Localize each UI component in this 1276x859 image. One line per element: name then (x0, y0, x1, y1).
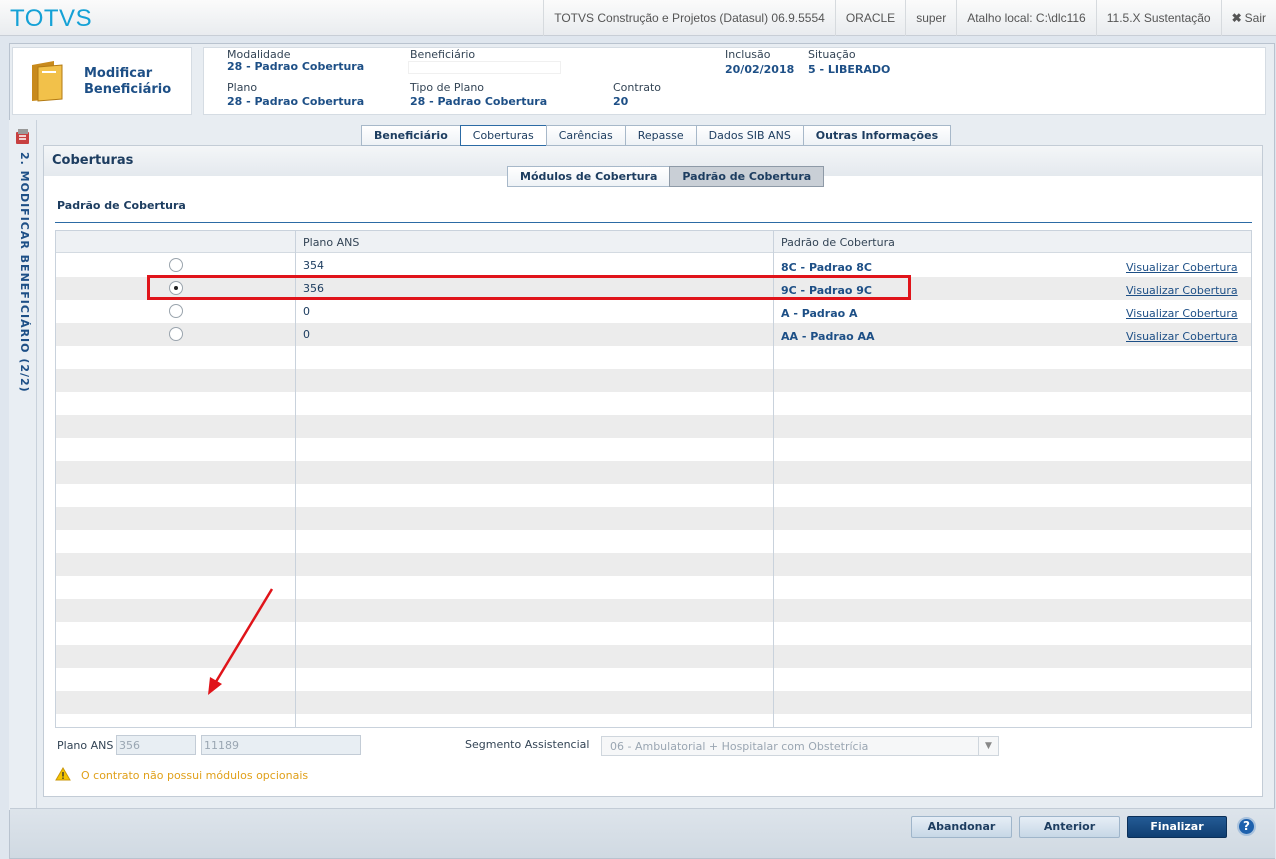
empty-row (56, 553, 1251, 576)
plano-ans-number-field[interactable]: 11189 (201, 735, 361, 755)
situacao-label: Situação (808, 48, 856, 61)
tab-beneficiario[interactable]: Beneficiário (361, 125, 461, 146)
segmento-label: Segmento Assistencial (465, 738, 590, 751)
wizard-step-label: 2. MODIFICAR BENEFICIÁRIO (2/2) (18, 152, 31, 393)
empty-row (56, 369, 1251, 392)
column-header-padrao-cobertura[interactable]: Padrão de Cobertura (781, 236, 895, 249)
empty-row (56, 484, 1251, 507)
padrao-cobertura-cell: AA - Padrao AA (781, 330, 875, 343)
database-info: ORACLE (834, 0, 905, 36)
table-row[interactable]: 354 8C - Padrao 8C Visualizar Cobertura (56, 254, 1251, 277)
empty-row (56, 438, 1251, 461)
warning-message: O contrato não possui módulos opcionais (81, 769, 309, 782)
beneficiario-label: Beneficiário (410, 48, 476, 61)
tab-repasse[interactable]: Repasse (624, 125, 697, 146)
column-divider (295, 231, 296, 727)
row-radio[interactable] (169, 258, 183, 272)
selected-row-highlight (147, 275, 911, 300)
empty-row (56, 461, 1251, 484)
empty-row (56, 714, 1251, 727)
subtab-padrao-cobertura[interactable]: Padrão de Cobertura (669, 166, 825, 187)
inclusao-label: Inclusão (725, 48, 771, 61)
padrao-cobertura-cell: 8C - Padrao 8C (781, 261, 872, 274)
row-radio[interactable] (169, 304, 183, 318)
warning-icon (55, 767, 71, 781)
plano-label: Plano (227, 81, 258, 94)
tab-carencias[interactable]: Carências (545, 125, 626, 146)
visualizar-cobertura-link[interactable]: Visualizar Cobertura (1126, 261, 1238, 274)
tipo-plano-value: 28 - Padrao Cobertura (410, 95, 548, 108)
wizard-icon (16, 129, 29, 144)
empty-row (56, 530, 1251, 553)
product-info: TOTVS Construção e Projetos (Datasul) 06… (543, 0, 835, 36)
panel-title: Coberturas (52, 153, 134, 168)
exit-button[interactable]: ✖ Sair (1220, 0, 1276, 36)
tab-outras-informacoes[interactable]: Outras Informações (802, 125, 952, 146)
abandonar-button[interactable]: Abandonar (911, 816, 1012, 838)
grid-header: Plano ANS Padrão de Cobertura (56, 231, 1251, 253)
row-radio[interactable] (169, 327, 183, 341)
plano-ans-code-field[interactable]: 356 (116, 735, 196, 755)
table-row[interactable]: 0 AA - Padrao AA Visualizar Cobertura (56, 323, 1251, 346)
version-info: 11.5.X Sustentação (1095, 0, 1221, 36)
tab-dados-sib-ans[interactable]: Dados SIB ANS (695, 125, 804, 146)
segmento-select[interactable]: 06 - Ambulatorial + Hospitalar com Obste… (601, 736, 999, 756)
close-icon: ✖ (1231, 11, 1242, 25)
chevron-down-icon: ▼ (978, 737, 998, 755)
table-row[interactable]: 0 A - Padrao A Visualizar Cobertura (56, 300, 1251, 323)
sub-tabs: Módulos de Cobertura Padrão de Cobertura (507, 166, 825, 187)
empty-row (56, 346, 1251, 369)
beneficiario-value (408, 61, 561, 74)
subtab-modulos-cobertura[interactable]: Módulos de Cobertura (507, 166, 671, 187)
modalidade-value: 28 - Padrao Cobertura (227, 60, 365, 73)
help-icon[interactable]: ? (1237, 817, 1256, 836)
visualizar-cobertura-link[interactable]: Visualizar Cobertura (1126, 284, 1238, 297)
visualizar-cobertura-link[interactable]: Visualizar Cobertura (1126, 307, 1238, 320)
plano-value: 28 - Padrao Cobertura (227, 95, 365, 108)
empty-row (56, 415, 1251, 438)
column-header-plano-ans[interactable]: Plano ANS (303, 236, 359, 249)
exit-label: Sair (1244, 11, 1266, 25)
plano-ans-label: Plano ANS (57, 739, 114, 752)
contrato-label: Contrato (613, 81, 662, 94)
main-tabs: Beneficiário Coberturas Carências Repass… (361, 125, 952, 146)
page-title: Modificar Beneficiário (84, 66, 172, 97)
column-divider (773, 231, 774, 727)
tipo-plano-label: Tipo de Plano (410, 81, 485, 94)
tab-coberturas[interactable]: Coberturas (459, 125, 547, 146)
empty-row (56, 507, 1251, 530)
session-info: TOTVS Construção e Projetos (Datasul) 06… (543, 0, 1276, 36)
top-bar: TOTVS TOTVS Construção e Projetos (Datas… (0, 0, 1276, 36)
plano-ans-cell: 0 (303, 328, 310, 341)
red-arrow-annotation (208, 588, 274, 695)
visualizar-cobertura-link[interactable]: Visualizar Cobertura (1126, 330, 1238, 343)
contrato-value: 20 (613, 95, 629, 108)
situacao-value: 5 - LIBERADO (808, 63, 891, 76)
padrao-cobertura-cell: A - Padrao A (781, 307, 858, 320)
plano-ans-cell: 354 (303, 259, 324, 272)
user-info: super (905, 0, 956, 36)
section-title: Padrão de Cobertura (57, 199, 186, 212)
plano-ans-cell: 0 (303, 305, 310, 318)
folder-icon (32, 61, 63, 102)
shortcut-info: Atalho local: C:\dlc116 (956, 0, 1096, 36)
brand-logo: TOTVS (10, 5, 93, 32)
section-divider (55, 222, 1252, 223)
empty-row (56, 392, 1251, 415)
finalizar-button[interactable]: Finalizar (1127, 816, 1227, 838)
anterior-button[interactable]: Anterior (1019, 816, 1120, 838)
inclusao-value: 20/02/2018 (725, 63, 795, 76)
segmento-value: 06 - Ambulatorial + Hospitalar com Obste… (610, 740, 869, 753)
